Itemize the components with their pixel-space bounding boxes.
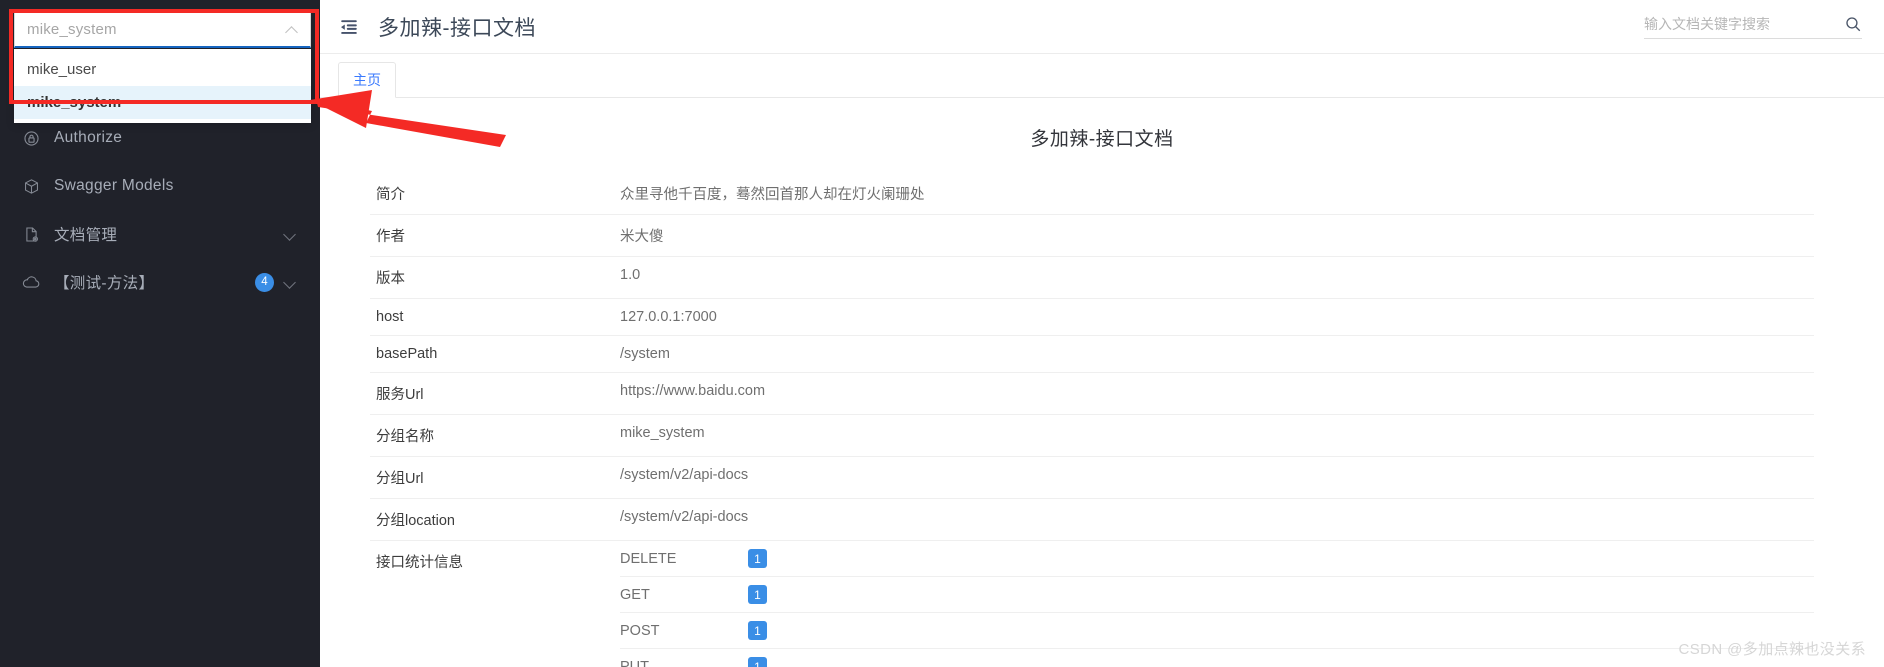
stat-count-badge: 1: [748, 621, 767, 640]
stat-count-cell: 1: [748, 541, 1814, 577]
row-value: 米大傻: [620, 214, 1814, 257]
stat-count-badge: 1: [748, 549, 767, 568]
stat-method: GET: [620, 576, 748, 613]
row-key: host: [370, 298, 620, 336]
main-panel: 多加辣-接口文档 主页 多加辣-接口文档 简介: [320, 0, 1884, 667]
row-value: 众里寻他千百度，蓦然回首那人却在灯火阑珊处: [620, 173, 1814, 215]
stat-row: POST 1: [620, 612, 1814, 649]
menu-fold-icon[interactable]: [338, 16, 360, 38]
chevron-down-icon[interactable]: [284, 228, 296, 240]
watermark: CSDN @多加点辣也没关系: [1678, 641, 1866, 658]
stat-count-cell: 1: [748, 612, 1814, 649]
row-key: 服务Url: [370, 372, 620, 415]
search-icon[interactable]: [1844, 15, 1862, 33]
sidebar-item-label: Authorize: [54, 129, 123, 146]
search-input[interactable]: [1644, 15, 1836, 32]
top-bar: 多加辣-接口文档: [320, 0, 1884, 54]
content-area: 多加辣-接口文档 简介 众里寻他千百度，蓦然回首那人却在灯火阑珊处 作者 米大傻…: [320, 98, 1884, 667]
document-settings-icon: [22, 225, 41, 244]
sidebar-item-label: 文档管理: [54, 227, 118, 244]
page-title: 多加辣-接口文档: [378, 16, 536, 40]
stat-row: PUT 1: [620, 648, 1814, 667]
sidebar: mike_system mike_user mike_system Author…: [0, 0, 320, 667]
tab-home[interactable]: 主页: [338, 62, 396, 98]
row-value-stats: DELETE 1 GET 1 POST 1 PUT 1: [620, 541, 1814, 667]
table-row: 分组Url /system/v2/api-docs: [370, 456, 1814, 499]
search-box[interactable]: [1644, 15, 1862, 39]
table-row-stats: 接口统计信息 DELETE 1 GET 1 POST 1 PUT 1: [370, 541, 1814, 667]
chevron-down-icon[interactable]: [284, 276, 296, 288]
stat-count-badge: 1: [748, 657, 767, 667]
sidebar-item-test-methods[interactable]: 【测试-方法】 4: [0, 262, 320, 302]
app-root: mike_system mike_user mike_system Author…: [0, 0, 1884, 667]
group-select-value: mike_system: [27, 21, 117, 38]
tab-strip: 主页: [320, 54, 1884, 98]
stat-method: DELETE: [620, 541, 748, 577]
row-value: /system/v2/api-docs: [620, 456, 1814, 499]
method-stats-table: DELETE 1 GET 1 POST 1 PUT 1: [620, 541, 1814, 667]
group-select-dropdown[interactable]: mike_user mike_system: [14, 49, 311, 123]
sidebar-item-authorize[interactable]: Authorize: [0, 118, 320, 158]
row-key: 简介: [370, 173, 620, 215]
document-info-table: 简介 众里寻他千百度，蓦然回首那人却在灯火阑珊处 作者 米大傻 版本 1.0 h…: [370, 173, 1814, 667]
stat-method: POST: [620, 612, 748, 649]
table-row: 版本 1.0: [370, 256, 1814, 299]
table-row: basePath /system: [370, 335, 1814, 373]
sidebar-item-label: Swagger Models: [54, 177, 174, 194]
row-value: 1.0: [620, 256, 1814, 299]
sidebar-item-swagger-models[interactable]: Swagger Models: [0, 166, 320, 206]
table-row: 作者 米大傻: [370, 214, 1814, 257]
row-value: /system/v2/api-docs: [620, 498, 1814, 541]
stat-count-cell: 1: [748, 648, 1814, 667]
table-row: 服务Url https://www.baidu.com: [370, 372, 1814, 415]
table-row: 分组location /system/v2/api-docs: [370, 498, 1814, 541]
dropdown-option-mike-user[interactable]: mike_user: [14, 53, 311, 86]
table-row: host 127.0.0.1:7000: [370, 298, 1814, 336]
table-row: 分组名称 mike_system: [370, 414, 1814, 457]
row-key: 版本: [370, 256, 620, 299]
row-key: 分组location: [370, 498, 620, 541]
group-select-area: mike_system mike_user mike_system: [0, 0, 320, 123]
dropdown-option-mike-system[interactable]: mike_system: [14, 86, 311, 119]
cube-icon: [22, 177, 41, 196]
stat-row: GET 1: [620, 576, 1814, 613]
chevron-up-icon: [286, 24, 298, 36]
cloud-icon: [22, 273, 41, 292]
group-select[interactable]: mike_system: [14, 12, 311, 48]
stat-row: DELETE 1: [620, 541, 1814, 577]
row-key: 作者: [370, 214, 620, 257]
stat-count-badge: 1: [748, 585, 767, 604]
stat-count-cell: 1: [748, 576, 1814, 613]
row-value: mike_system: [620, 414, 1814, 457]
row-key: basePath: [370, 335, 620, 373]
row-key: 接口统计信息: [376, 555, 463, 571]
row-key: 分组名称: [370, 414, 620, 457]
row-key: 分组Url: [370, 456, 620, 499]
sidebar-item-label: 【测试-方法】: [54, 275, 155, 292]
row-value: /system: [620, 335, 1814, 373]
sidebar-item-document-management[interactable]: 文档管理: [0, 214, 320, 254]
row-value: 127.0.0.1:7000: [620, 298, 1814, 336]
table-row: 简介 众里寻他千百度，蓦然回首那人却在灯火阑珊处: [370, 173, 1814, 215]
document-title: 多加辣-接口文档: [1030, 129, 1174, 150]
sidebar-menu: Authorize Swagger Models 文档管理 【测试-方法】 4: [0, 118, 320, 302]
row-value: https://www.baidu.com: [620, 372, 1814, 415]
stat-method: PUT: [620, 648, 748, 667]
lock-icon: [22, 129, 41, 148]
sidebar-item-badge: 4: [255, 272, 274, 292]
